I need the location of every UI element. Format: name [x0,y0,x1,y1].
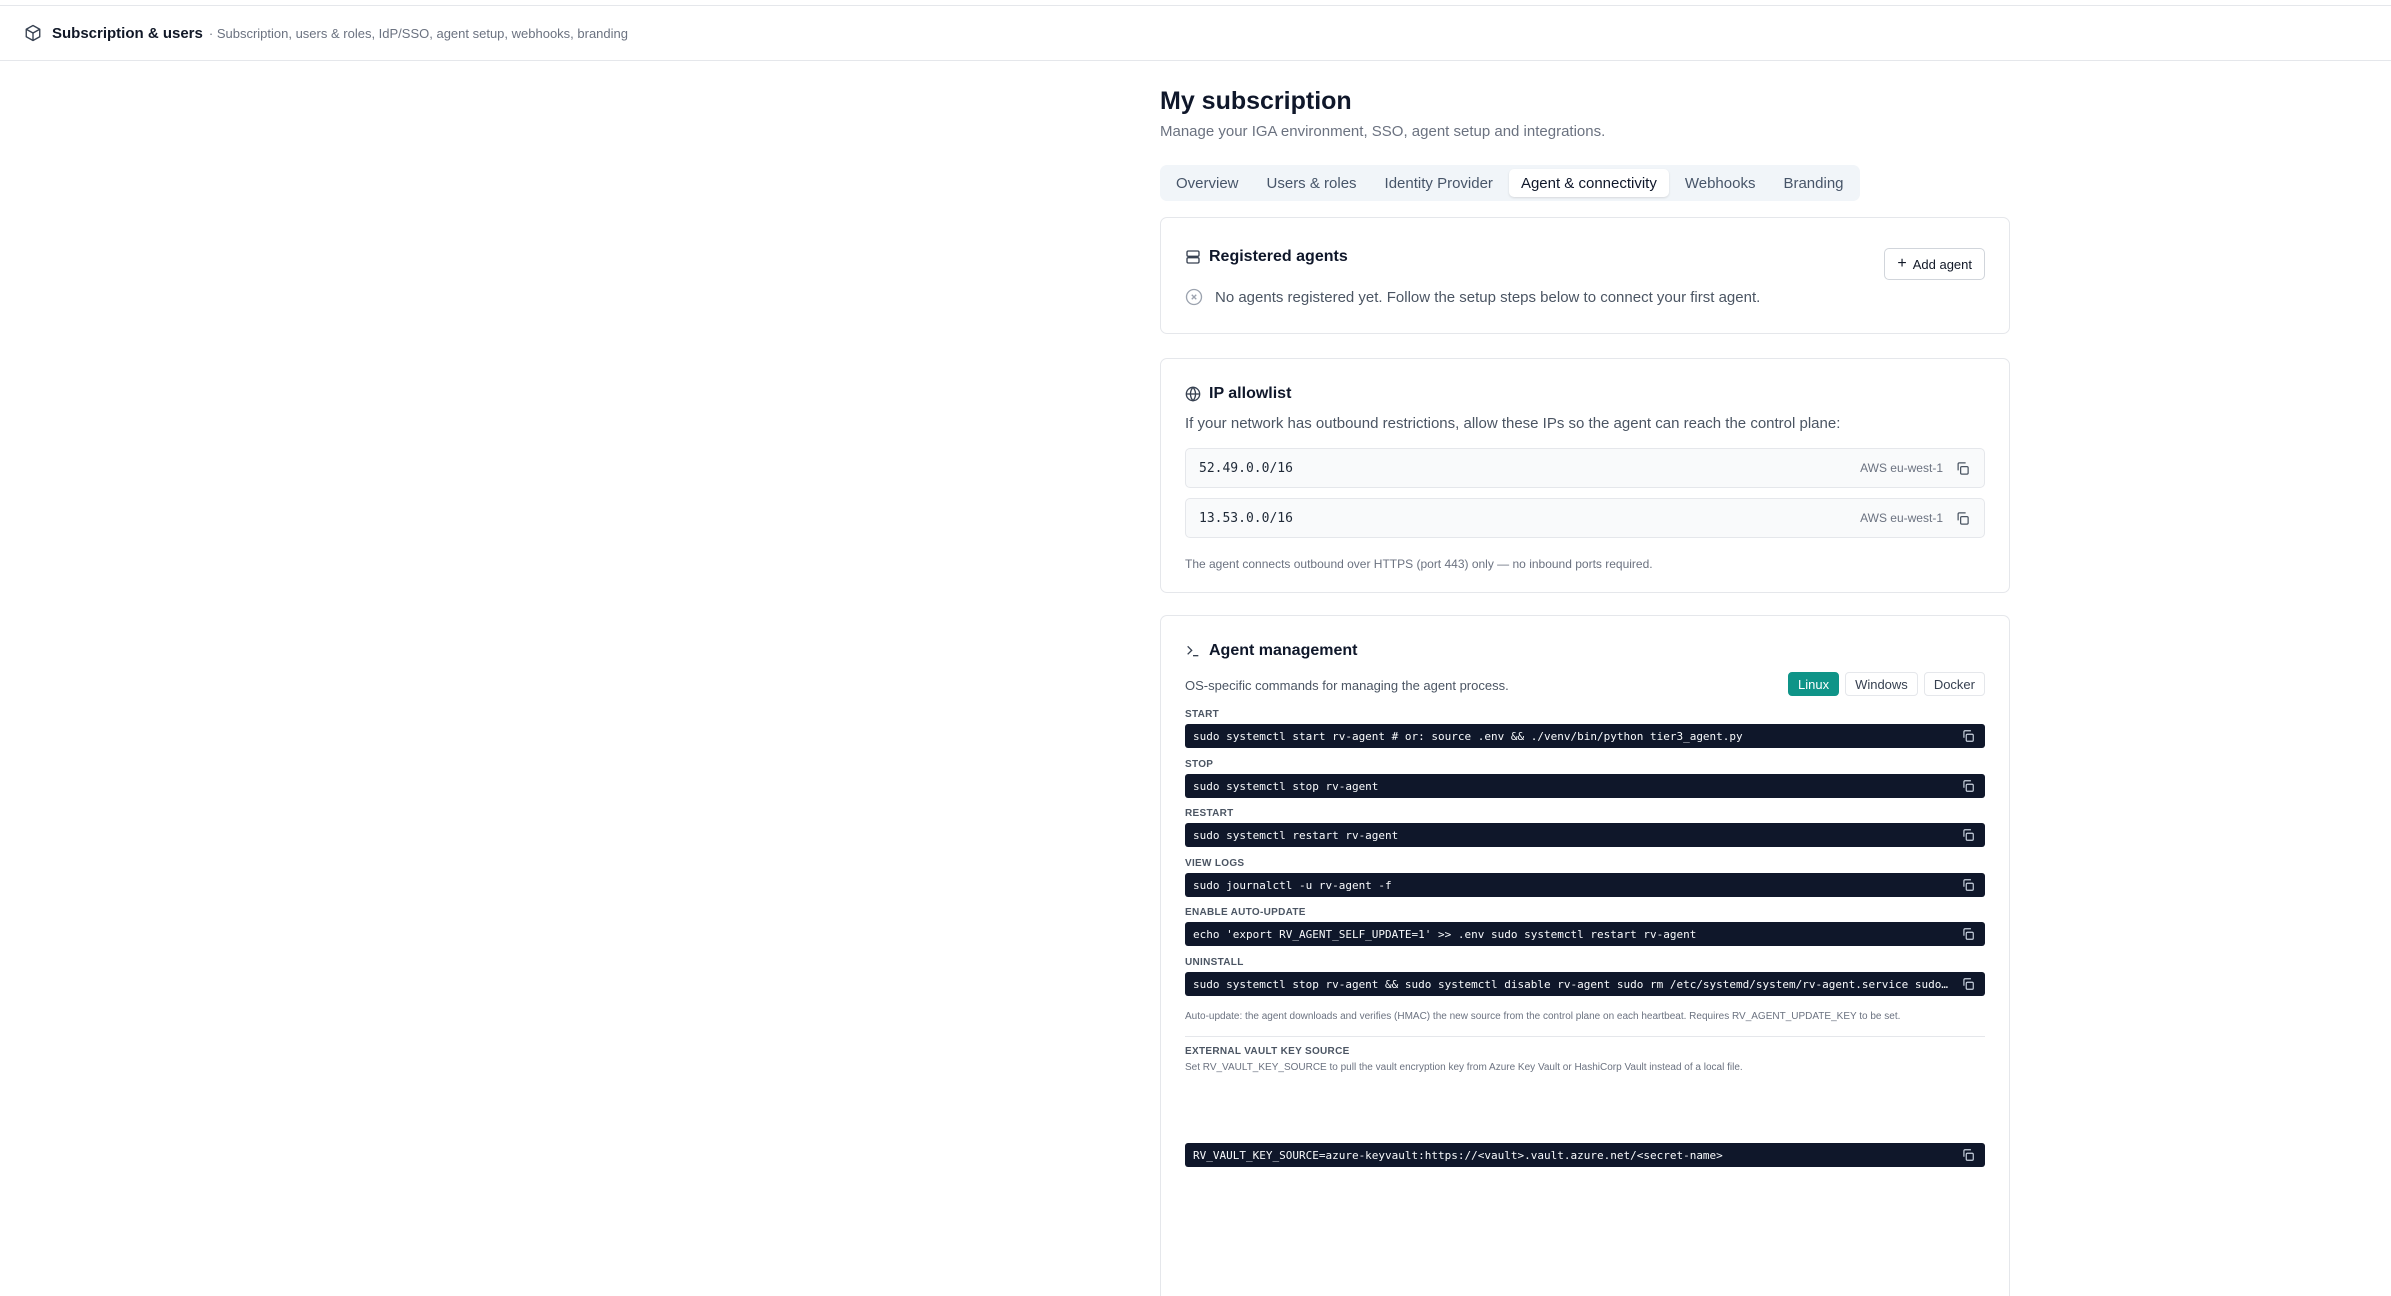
ip-entry: 52.49.0.0/16 AWS eu-west-1 [1185,448,1985,488]
page-header: Subscription & users · Subscription, use… [0,6,2391,61]
ip-entry: 13.53.0.0/16 AWS eu-west-1 [1185,498,1985,538]
copy-icon[interactable] [1961,1148,1975,1162]
server-icon [1186,250,1200,264]
header-title: Subscription & users [52,24,203,42]
copy-icon[interactable] [1961,977,1975,991]
agent-management-card: Agent management OS-specific commands fo… [1160,615,2010,1296]
command-text: sudo systemctl stop rv-agent [1193,779,1379,793]
copy-icon[interactable] [1961,828,1975,842]
x-circle-icon [1185,288,1203,306]
tab-overview[interactable]: Overview [1164,169,1251,197]
command-label: STOP [1185,759,1214,770]
os-docker-button[interactable]: Docker [1923,672,1985,696]
command-block: RV_VAULT_KEY_SOURCE=azure-keyvault:https… [1185,1143,1985,1167]
page-subtitle: Manage your IGA environment, SSO, agent … [1160,123,1606,140]
copy-icon[interactable] [1961,878,1975,892]
tab-agent-connectivity[interactable]: Agent & connectivity [1508,169,1669,197]
globe-icon [1185,386,1201,402]
ip-allowlist-description: If your network has outbound restriction… [1185,415,1841,432]
command-block: sudo systemctl stop rv-agent [1185,774,1985,798]
add-agent-label: Add agent [1912,256,1972,272]
ip-allowlist-title: IP allowlist [1209,385,1292,402]
copy-icon[interactable] [1955,461,1970,476]
ip-value: 52.49.0.0/16 [1199,460,1293,476]
ip-allowlist-header: IP allowlist [1185,385,1291,403]
add-agent-button[interactable]: + Add agent [1884,248,1985,280]
os-windows-button[interactable]: Windows [1845,672,1918,696]
agent-management-title: Agent management [1209,642,1358,659]
box-icon [25,24,41,42]
copy-icon[interactable] [1961,729,1975,743]
ip-allowlist-card: IP allowlist If your network has outboun… [1160,358,2010,593]
command-block: sudo systemctl start rv-agent # or: sour… [1185,724,1985,748]
divider [1185,1036,1985,1037]
tab-webhooks[interactable]: Webhooks [1673,169,1768,197]
agent-management-description: OS-specific commands for managing the ag… [1185,678,1509,693]
plus-icon: + [1897,255,1907,272]
tab-bar: Overview Users & roles Identity Provider… [1160,165,1860,201]
command-text: sudo systemctl stop rv-agent && sudo sys… [1193,977,1948,991]
registered-agents-card: Registered agents + Add agent No agents … [1160,217,2010,334]
command-text: echo 'export RV_AGENT_SELF_UPDATE=1' >> … [1193,927,1697,941]
command-text: RV_VAULT_KEY_SOURCE=azure-keyvault:https… [1193,1148,1723,1162]
ip-allowlist-note: The agent connects outbound over HTTPS (… [1185,557,1653,571]
command-text: sudo journalctl -u rv-agent -f [1193,878,1392,892]
os-toggle: Linux Windows Docker [1787,672,1985,696]
command-text: sudo systemctl start rv-agent # or: sour… [1193,729,1743,743]
command-label: UNINSTALL [1185,957,1244,968]
command-block: sudo journalctl -u rv-agent -f [1185,873,1985,897]
auto-update-note: Auto-update: the agent downloads and ver… [1185,1011,1901,1022]
empty-state-text: No agents registered yet. Follow the set… [1215,288,1761,306]
command-label: RESTART [1185,808,1234,819]
tab-users-roles[interactable]: Users & roles [1255,169,1369,197]
vault-label: EXTERNAL VAULT KEY SOURCE [1185,1046,1350,1057]
command-label: VIEW LOGS [1185,858,1245,869]
ip-region: AWS eu-west-1 [1860,511,1943,525]
command-block: sudo systemctl stop rv-agent && sudo sys… [1185,972,1985,996]
registered-agents-title: Registered agents [1209,248,1348,265]
ip-value: 13.53.0.0/16 [1199,510,1293,526]
vault-note: Set RV_VAULT_KEY_SOURCE to pull the vaul… [1185,1062,1743,1073]
empty-state: No agents registered yet. Follow the set… [1185,288,1760,306]
copy-icon[interactable] [1961,927,1975,941]
command-label: START [1185,709,1220,720]
page-title: My subscription [1160,87,1352,115]
command-block: sudo systemctl restart rv-agent [1185,823,1985,847]
command-text: sudo systemctl restart rv-agent [1193,828,1399,842]
command-block: echo 'export RV_AGENT_SELF_UPDATE=1' >> … [1185,922,1985,946]
ip-region: AWS eu-west-1 [1860,461,1943,475]
copy-icon[interactable] [1961,779,1975,793]
agent-management-header: Agent management [1185,642,1357,660]
header-subtitle: · Subscription, users & roles, IdP/SSO, … [208,25,628,41]
tab-identity-provider[interactable]: Identity Provider [1373,169,1505,197]
tab-branding[interactable]: Branding [1771,169,1855,197]
registered-agents-header: Registered agents [1185,248,1348,266]
os-linux-button[interactable]: Linux [1787,672,1840,696]
copy-icon[interactable] [1955,511,1970,526]
terminal-icon [1187,645,1199,657]
command-label: ENABLE AUTO-UPDATE [1185,907,1306,918]
